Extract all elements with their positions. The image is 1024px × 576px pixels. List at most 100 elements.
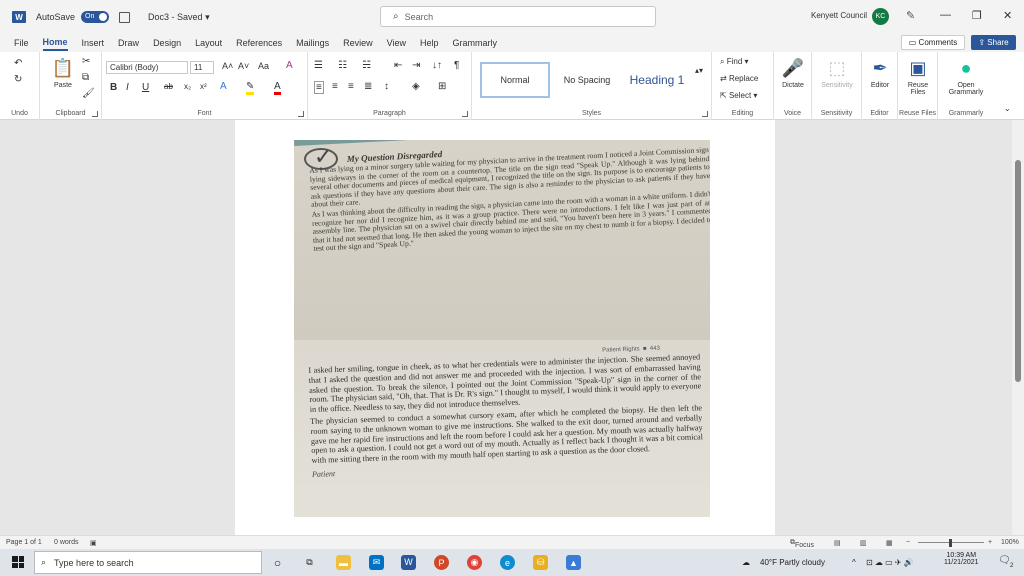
zoom-level[interactable]: 100% — [1001, 539, 1019, 546]
styles-scroll-icon[interactable]: ▴▾ — [695, 66, 703, 75]
tab-grammarly[interactable]: Grammarly — [453, 36, 498, 50]
inserted-photo[interactable]: My Question Disregarded As I was lying o… — [294, 140, 710, 517]
italic-icon[interactable]: I — [126, 82, 129, 93]
font-name-dropdown[interactable]: Calibri (Body) — [106, 61, 188, 74]
multilevel-list-icon[interactable]: ☵ — [362, 60, 371, 71]
windows-start-icon[interactable] — [12, 556, 24, 568]
sensitivity-button[interactable]: ⬚ Sensitivity — [814, 58, 860, 89]
avatar[interactable]: KC — [872, 8, 889, 25]
tray-icons[interactable]: ⊡ ☁ ▭ ✈ 🔊 — [866, 558, 914, 567]
show-marks-icon[interactable]: ¶ — [454, 60, 459, 71]
align-center-icon[interactable]: ≡ — [332, 81, 338, 92]
style-no-spacing[interactable]: No Spacing — [554, 62, 620, 98]
restore-icon[interactable]: ❐ — [972, 9, 982, 22]
borders-icon[interactable]: ⊞ — [438, 81, 446, 92]
styles-launcher-icon[interactable] — [702, 111, 708, 117]
clock[interactable]: 10:39 AM 11/21/2021 — [944, 552, 979, 566]
photos-icon[interactable]: ▲ — [566, 555, 581, 570]
comments-button[interactable]: ▭ Comments — [901, 35, 965, 50]
close-icon[interactable]: ✕ — [1003, 9, 1012, 22]
bold-icon[interactable]: B — [110, 82, 117, 93]
mail-icon[interactable]: ✉ — [369, 555, 384, 570]
text-effects-icon[interactable]: A — [220, 81, 227, 92]
tab-draw[interactable]: Draw — [118, 36, 139, 50]
zoom-in-icon[interactable]: + — [988, 539, 992, 546]
tab-review[interactable]: Review — [343, 36, 373, 50]
read-mode-icon[interactable]: ▤ — [834, 539, 841, 547]
replace-button[interactable]: ⇄ Replace — [720, 74, 758, 83]
notifications-icon[interactable]: 🗨 — [998, 555, 1011, 566]
tab-insert[interactable]: Insert — [82, 36, 105, 50]
search-box[interactable]: ⌕ Search — [380, 6, 656, 27]
collapse-ribbon-icon[interactable]: ⌄ — [1004, 104, 1011, 113]
font-color-icon[interactable]: A — [274, 81, 281, 95]
dictate-button[interactable]: 🎤 Dictate — [776, 58, 810, 89]
cut-icon[interactable]: ✂ — [82, 56, 90, 67]
clipboard-launcher-icon[interactable] — [92, 111, 98, 117]
undo-icon[interactable]: ↶ — [14, 58, 22, 69]
tab-design[interactable]: Design — [153, 36, 181, 50]
pen-icon[interactable]: ✎ — [906, 9, 915, 22]
copy-icon[interactable]: ⧉ — [82, 72, 89, 83]
share-button[interactable]: ⇪ Share — [971, 35, 1016, 50]
font-size-dropdown[interactable]: 11 — [190, 61, 214, 74]
tab-layout[interactable]: Layout — [195, 36, 222, 50]
tab-home[interactable]: Home — [42, 35, 68, 51]
page-count[interactable]: Page 1 of 1 — [6, 539, 42, 546]
paste-button[interactable]: 📋 Paste — [48, 58, 78, 89]
highlight-icon[interactable]: ✎ — [246, 81, 255, 95]
vertical-scrollbar[interactable] — [1012, 120, 1024, 535]
print-layout-icon[interactable]: ▥ — [860, 539, 867, 547]
shrink-font-icon[interactable]: A˅ — [238, 61, 249, 71]
clear-format-icon[interactable]: A — [286, 60, 293, 71]
numbering-icon[interactable]: ☷ — [338, 60, 347, 71]
superscript-icon[interactable]: x² — [200, 82, 207, 91]
zoom-out-icon[interactable]: − — [906, 539, 910, 546]
align-left-icon[interactable]: ≡ — [314, 81, 324, 94]
paragraph-launcher-icon[interactable] — [462, 111, 468, 117]
tab-mailings[interactable]: Mailings — [296, 36, 329, 50]
editor-button[interactable]: ✒ Editor — [864, 58, 896, 89]
decrease-indent-icon[interactable]: ⇤ — [394, 60, 402, 71]
save-icon[interactable] — [119, 11, 131, 23]
style-normal[interactable]: Normal — [480, 62, 550, 98]
autosave-toggle[interactable]: On — [81, 11, 110, 23]
task-view-icon[interactable]: ⧉ — [302, 555, 317, 570]
redo-icon[interactable]: ↻ — [14, 74, 22, 85]
tab-view[interactable]: View — [387, 36, 406, 50]
document-area[interactable]: My Question Disregarded As I was lying o… — [0, 120, 1012, 535]
file-explorer-icon[interactable]: ▬ — [336, 555, 351, 570]
web-layout-icon[interactable]: ▦ — [886, 539, 893, 547]
scrollbar-thumb[interactable] — [1015, 160, 1021, 382]
reuse-files-button[interactable]: ▣ Reuse Files — [900, 58, 936, 96]
sort-icon[interactable]: ↓↑ — [432, 60, 442, 71]
cortana-icon[interactable]: ○ — [270, 555, 285, 570]
style-heading-1[interactable]: Heading 1 — [622, 62, 692, 98]
proofing-icon[interactable]: ▣ — [90, 539, 97, 547]
strikethrough-icon[interactable]: ab — [164, 82, 173, 91]
minimize-icon[interactable]: — — [940, 9, 951, 21]
zoom-slider-thumb[interactable] — [949, 539, 952, 547]
taskbar-search[interactable]: ⌕ Type here to search — [34, 551, 262, 574]
document-title[interactable]: Doc3 - Saved ▾ — [148, 12, 210, 23]
format-painter-icon[interactable]: 🖌 — [82, 88, 95, 99]
find-button[interactable]: ⌕ Find ▾ — [720, 57, 749, 67]
subscript-icon[interactable]: x₂ — [184, 82, 191, 91]
weather-text[interactable]: 40°F Partly cloudy — [760, 558, 825, 567]
change-case-icon[interactable]: Aa — [258, 61, 269, 71]
tab-file[interactable]: File — [14, 36, 29, 50]
tab-references[interactable]: References — [236, 36, 282, 50]
user-name[interactable]: Kenyett Council — [811, 11, 867, 20]
line-spacing-icon[interactable]: ↕ — [384, 81, 389, 92]
underline-icon[interactable]: U — [142, 82, 149, 93]
justify-icon[interactable]: ≣ — [364, 81, 372, 92]
document-page[interactable]: My Question Disregarded As I was lying o… — [235, 120, 775, 535]
open-grammarly-button[interactable]: ● Open Grammarly — [942, 58, 990, 96]
font-launcher-icon[interactable] — [298, 111, 304, 117]
grow-font-icon[interactable]: A˄ — [222, 61, 233, 71]
tray-chevron-icon[interactable]: ^ — [852, 558, 856, 567]
word-taskbar-icon[interactable]: W — [401, 555, 416, 570]
align-right-icon[interactable]: ≡ — [348, 81, 354, 92]
store-icon[interactable]: ⛁ — [533, 555, 548, 570]
tab-help[interactable]: Help — [420, 36, 439, 50]
